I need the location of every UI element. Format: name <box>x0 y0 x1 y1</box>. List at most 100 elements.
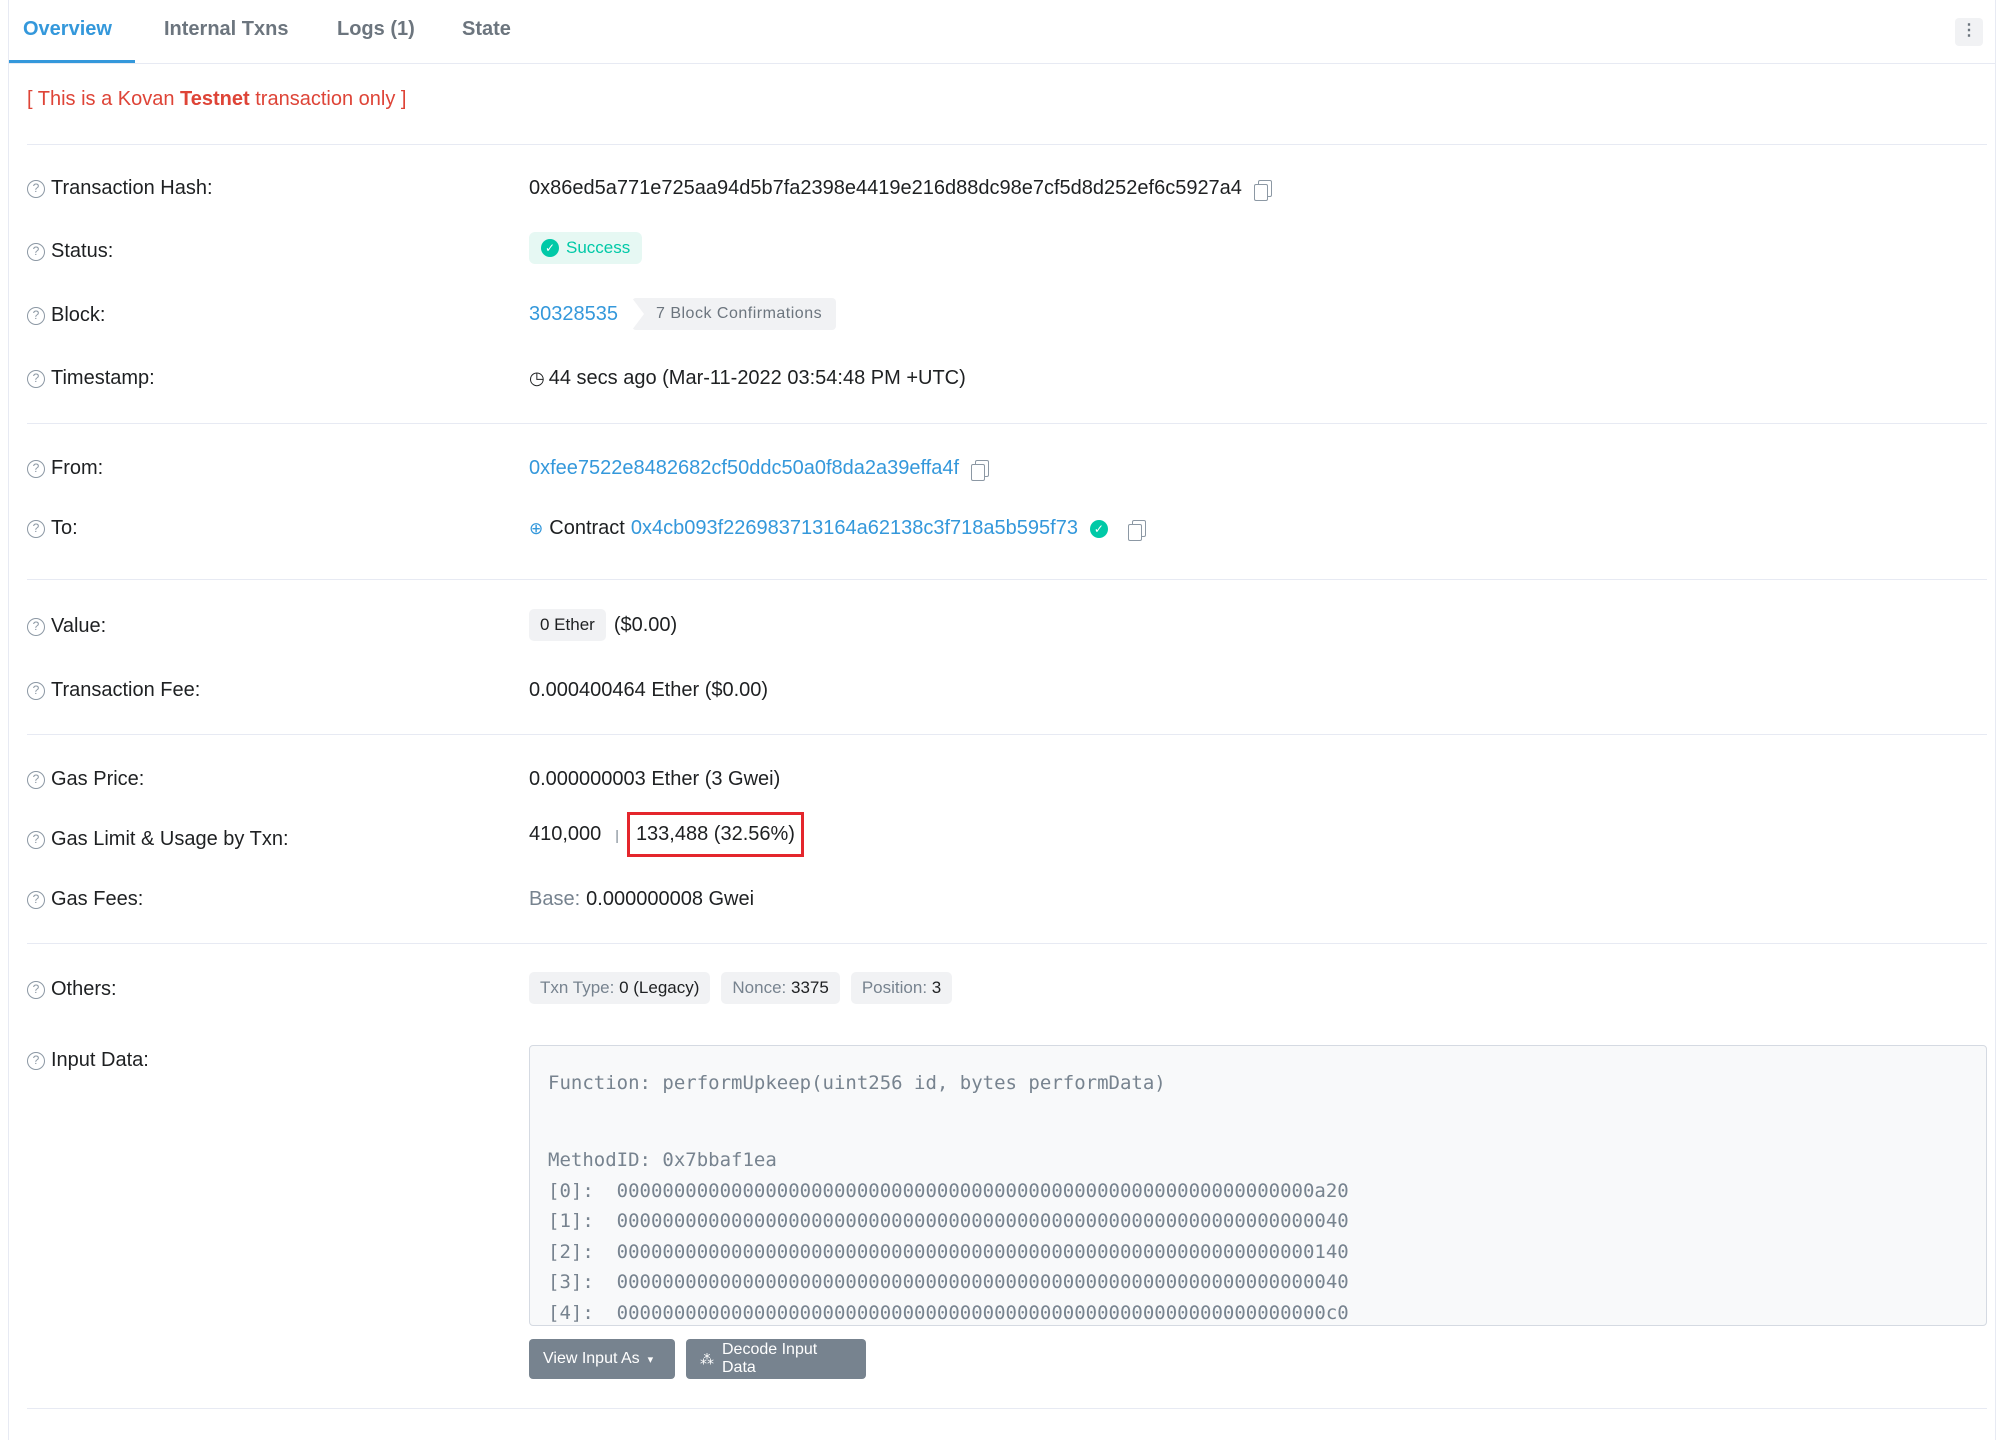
status-badge: ✓ Success <box>529 232 643 264</box>
help-icon[interactable]: ? <box>27 980 45 999</box>
chevron-down-icon: ▾ <box>647 1353 654 1366</box>
help-icon[interactable]: ? <box>27 770 45 789</box>
decode-input-button[interactable]: ⁂ Decode Input Data <box>686 1339 866 1379</box>
tab-bar: Overview Internal Txns Logs (1) State ⋮ <box>9 0 1995 64</box>
verified-check-icon: ✓ <box>1089 519 1108 538</box>
help-icon[interactable]: ? <box>27 1051 45 1070</box>
label-text: Input Data: <box>51 1049 149 1071</box>
help-icon[interactable]: ? <box>27 179 45 198</box>
block: 30328535 7 Block Confirmations <box>529 298 837 330</box>
label-text: Others: <box>51 978 117 1000</box>
label-text: To: <box>51 517 78 539</box>
help-icon[interactable]: ? <box>27 519 45 538</box>
help-icon[interactable]: ? <box>27 459 45 478</box>
label-text: Gas Limit & Usage by Txn: <box>51 828 289 850</box>
testnet-notice: [ This is a Kovan Testnet transaction on… <box>27 88 406 111</box>
help-icon[interactable]: ? <box>27 306 45 325</box>
transaction-card: Overview Internal Txns Logs (1) State ⋮ … <box>8 0 1996 1440</box>
divider <box>27 579 1987 580</box>
label-from: ? From: <box>27 457 103 480</box>
active-tab-indicator <box>9 60 135 63</box>
label-value: ? Value: <box>27 615 106 638</box>
notice-bold: Testnet <box>180 88 250 110</box>
gas-usage-highlighted: 133,488 (32.56%) <box>626 812 804 857</box>
label-text: From: <box>51 457 104 479</box>
gas-price: 0.000000003 Ether (3 Gwei) <box>529 768 780 791</box>
divider <box>27 144 1987 145</box>
timestamp: ◷ 44 secs ago (Mar-11-2022 03:54:48 PM +U… <box>529 367 966 390</box>
help-icon[interactable]: ? <box>27 369 45 388</box>
txn-type-label: Txn Type: <box>540 978 615 997</box>
check-circle-icon: ✓ <box>541 239 559 257</box>
label-text: Gas Fees: <box>51 888 144 910</box>
gas-fees: Base: 0.000000008 Gwei <box>529 888 754 911</box>
from-address-link[interactable]: 0xfee7522e8482682cf50ddc50a0f8da2a39effa… <box>529 457 959 480</box>
tab-internal-txns[interactable]: Internal Txns <box>164 18 288 41</box>
decode-label: Decode Input Data <box>722 1341 818 1376</box>
position-pill: Position: 3 <box>850 972 953 1004</box>
hash-value: 0x86ed5a771e725aa94d5b7fa2398e4419e216d8… <box>529 177 1242 199</box>
label-text: Timestamp: <box>51 367 155 389</box>
label-gas-price: ? Gas Price: <box>27 768 144 791</box>
divider <box>27 1408 1987 1409</box>
txn-type-value: 0 (Legacy) <box>619 978 700 997</box>
fee-value: 0.000400464 Ether ($0.00) <box>529 679 769 701</box>
help-icon[interactable]: ? <box>27 681 45 700</box>
divider <box>27 943 1987 944</box>
divider <box>27 423 1987 424</box>
value-amount: 0 Ether <box>529 609 606 641</box>
clock-icon: ◷ <box>529 368 545 388</box>
block-link[interactable]: 30328535 <box>529 303 618 326</box>
label-text: Value: <box>51 615 107 637</box>
view-input-as-dropdown[interactable]: View Input As ▾ <box>529 1339 675 1379</box>
label-gas-fees: ? Gas Fees: <box>27 888 143 911</box>
notice-suffix: transaction only ] <box>249 88 407 110</box>
input-data-line: MethodID: 0x7bbaf1ea <box>548 1149 777 1171</box>
more-options-icon[interactable]: ⋮ <box>1955 18 1983 46</box>
view-input-label: View Input As <box>543 1350 640 1367</box>
nonce-pill: Nonce: 3375 <box>721 972 840 1004</box>
copy-icon[interactable] <box>971 460 990 481</box>
label-block: ? Block: <box>27 304 105 327</box>
base-label: Base: <box>529 888 581 910</box>
label-transaction-fee: ? Transaction Fee: <box>27 679 200 702</box>
label-timestamp: ? Timestamp: <box>27 367 155 390</box>
tab-logs[interactable]: Logs (1) <box>337 18 415 41</box>
position-label: Position: <box>861 978 928 997</box>
label-to: ? To: <box>27 517 78 540</box>
status: ✓ Success <box>529 232 643 264</box>
label-gas-limit: ? Gas Limit & Usage by Txn: <box>27 828 289 851</box>
help-icon[interactable]: ? <box>27 617 45 636</box>
label-text: Transaction Fee: <box>51 679 201 701</box>
confirmations-badge: 7 Block Confirmations <box>631 298 837 330</box>
label-text: Gas Price: <box>51 768 145 790</box>
timestamp-value: 44 secs ago (Mar-11-2022 03:54:48 PM +UT… <box>548 367 966 389</box>
value: 0 Ether ($0.00) <box>529 609 677 641</box>
tab-state[interactable]: State <box>462 18 511 41</box>
divider <box>27 734 1987 735</box>
to-address-link[interactable]: 0x4cb093f226983713164a62138c3f718a5b595f… <box>631 517 1078 540</box>
separator: | <box>615 826 619 843</box>
txn-type-pill: Txn Type: 0 (Legacy) <box>529 972 711 1004</box>
value-usd: ($0.00) <box>613 613 678 636</box>
label-others: ? Others: <box>27 978 117 1001</box>
zoom-in-icon[interactable]: ⊕ <box>529 519 543 539</box>
copy-icon[interactable] <box>1127 520 1146 541</box>
tab-overview[interactable]: Overview <box>23 18 112 41</box>
help-icon[interactable]: ? <box>27 242 45 261</box>
help-icon[interactable]: ? <box>27 890 45 909</box>
input-data-textarea[interactable]: Function: performUpkeep(uint256 id, byte… <box>529 1045 1987 1326</box>
from: 0xfee7522e8482682cf50ddc50a0f8da2a39effa… <box>529 457 990 481</box>
to: ⊕ Contract 0x4cb093f226983713164a62138c3f7… <box>529 517 1146 541</box>
input-data-line <box>548 1115 1968 1146</box>
notice-prefix: [ This is a Kovan <box>27 88 181 110</box>
input-data-line: Function: performUpkeep(uint256 id, byte… <box>548 1072 1166 1094</box>
contract-label: Contract <box>549 517 625 539</box>
label-text: Transaction Hash: <box>51 177 213 199</box>
nonce-value: 3375 <box>791 978 829 997</box>
label-input-data: ? Input Data: <box>27 1049 149 1072</box>
gas-limit-value: 410,000 <box>529 823 602 845</box>
copy-icon[interactable] <box>1253 180 1272 201</box>
label-transaction-hash: ? Transaction Hash: <box>27 177 213 200</box>
help-icon[interactable]: ? <box>27 830 45 849</box>
